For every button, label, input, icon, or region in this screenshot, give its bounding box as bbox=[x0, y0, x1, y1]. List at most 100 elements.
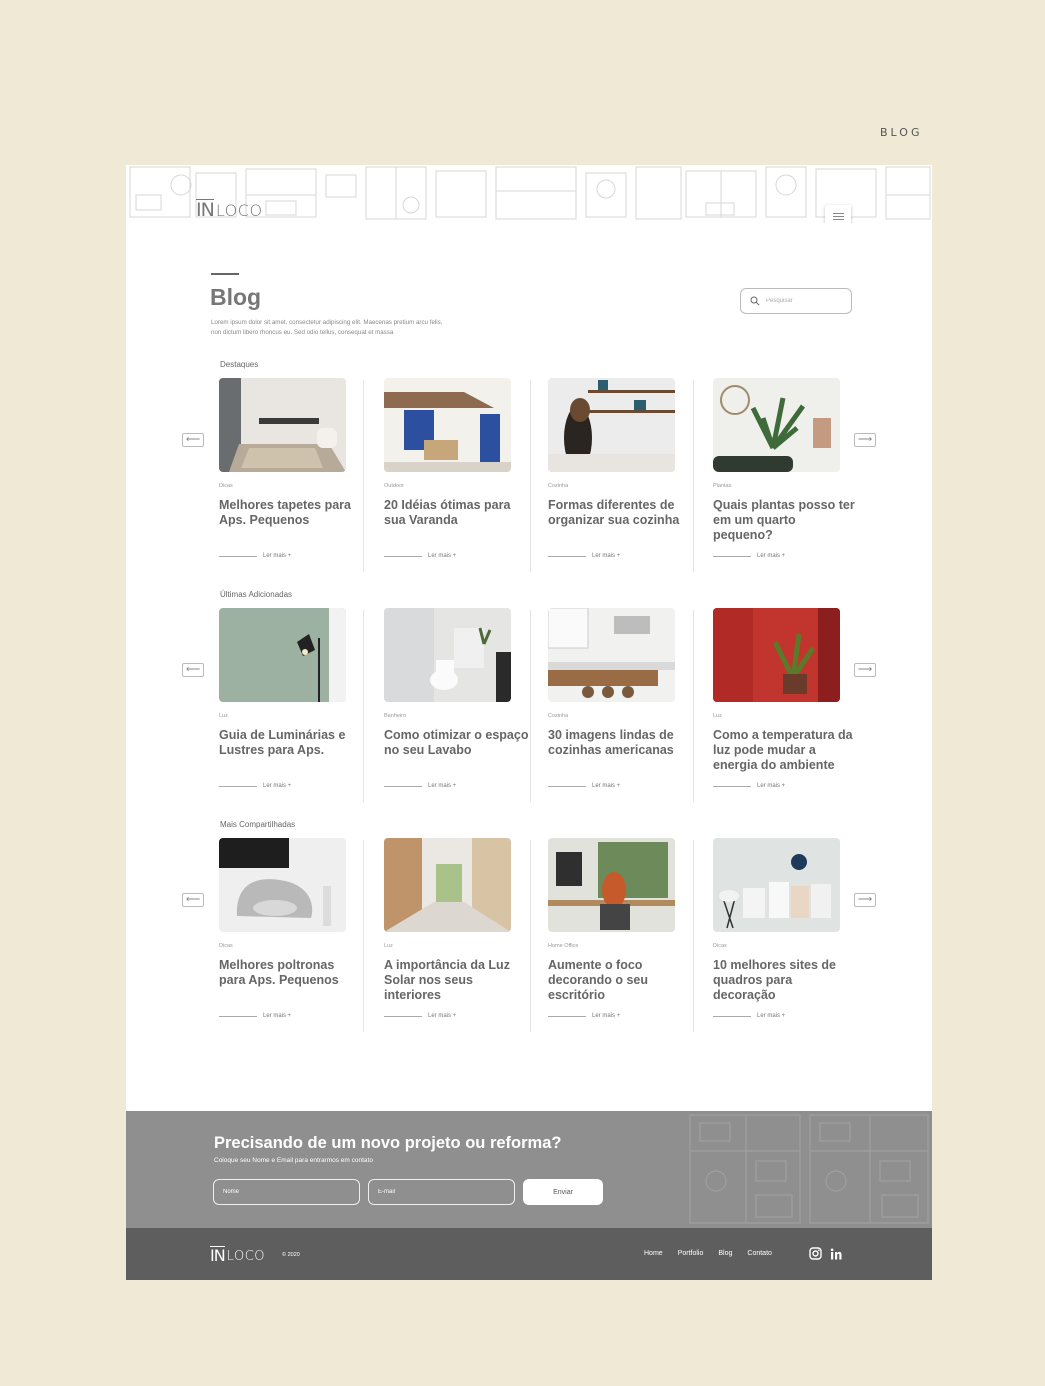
read-more-link[interactable]: Ler mais + bbox=[713, 1013, 785, 1019]
social-links bbox=[809, 1247, 842, 1260]
read-more-link[interactable]: Ler mais + bbox=[548, 1013, 620, 1019]
linkedin-icon[interactable] bbox=[830, 1248, 842, 1260]
prev-arrow-icon[interactable]: ⟵ bbox=[182, 433, 204, 447]
card-title[interactable]: Melhores tapetes para Aps. Pequenos bbox=[219, 498, 364, 528]
card-title[interactable]: Formas diferentes de organizar sua cozin… bbox=[548, 498, 693, 528]
blog-card[interactable]: Cozinha 30 imagens lindas de cozinhas am… bbox=[548, 608, 708, 813]
read-more-label: Ler mais + bbox=[757, 783, 786, 789]
card-image bbox=[713, 608, 840, 702]
page-description: Lorem ipsum dolor sit amet, consectetur … bbox=[211, 319, 443, 336]
logo-mark: IN bbox=[210, 1246, 226, 1265]
footer-link-contato[interactable]: Contato bbox=[747, 1250, 772, 1257]
card-title[interactable]: Como otimizar o espaço no seu Lavabo bbox=[384, 728, 529, 758]
footer-logo[interactable]: IN LOCO bbox=[210, 1246, 265, 1265]
card-image bbox=[548, 378, 675, 472]
blog-card[interactable]: Plantas Quais plantas posso ter em um qu… bbox=[713, 378, 873, 583]
section-title: Últimas Adicionadas bbox=[220, 590, 293, 599]
read-more-link[interactable]: Ler mais + bbox=[548, 553, 620, 559]
blog-card[interactable]: Home Office Aumente o foco decorando o s… bbox=[548, 838, 708, 1043]
read-more-link[interactable]: Ler mais + bbox=[384, 1013, 456, 1019]
card-title[interactable]: 20 Idéias ótimas para sua Varanda bbox=[384, 498, 529, 528]
read-more-label: Ler mais + bbox=[263, 783, 292, 789]
read-more-label: Ler mais + bbox=[428, 1013, 457, 1019]
copyright: © 2020 bbox=[282, 1252, 300, 1258]
read-more-link[interactable]: Ler mais + bbox=[548, 783, 620, 789]
instagram-icon[interactable] bbox=[809, 1247, 822, 1260]
footer-link-blog[interactable]: Blog bbox=[718, 1250, 732, 1257]
read-more-link[interactable]: Ler mais + bbox=[384, 783, 456, 789]
email-field[interactable] bbox=[368, 1179, 515, 1205]
read-more-line bbox=[219, 555, 257, 557]
card-title[interactable]: Guia de Luminárias e Lustres para Aps. bbox=[219, 728, 364, 758]
card-title[interactable]: Melhores poltronas para Aps. Pequenos bbox=[219, 958, 364, 988]
footer-nav: Home Portfolio Blog Contato bbox=[644, 1250, 772, 1257]
card-image bbox=[384, 838, 511, 932]
card-category: Banheiro bbox=[384, 713, 407, 719]
search-icon bbox=[750, 296, 760, 306]
read-more-line bbox=[384, 785, 422, 787]
blog-card[interactable]: Luz A importância da Luz Solar nos seus … bbox=[384, 838, 544, 1043]
prev-arrow-icon[interactable]: ⟵ bbox=[182, 893, 204, 907]
card-category: Dicas bbox=[713, 943, 727, 949]
cta-subtitle: Coloque seu Nome e Email para entrarmos … bbox=[214, 1157, 373, 1164]
read-more-line bbox=[548, 785, 586, 787]
card-category: Cozinha bbox=[548, 483, 569, 489]
card-category: Luz bbox=[713, 713, 722, 719]
page-label: BLOG bbox=[880, 126, 923, 139]
send-button[interactable]: Enviar bbox=[523, 1179, 603, 1205]
section-title: Mais Compartilhadas bbox=[220, 820, 296, 829]
read-more-label: Ler mais + bbox=[757, 553, 786, 559]
read-more-link[interactable]: Ler mais + bbox=[713, 553, 785, 559]
blog-card[interactable]: Luz Guia de Luminárias e Lustres para Ap… bbox=[219, 608, 379, 813]
card-category: Cozinha bbox=[548, 713, 569, 719]
name-field[interactable] bbox=[213, 1179, 360, 1205]
blog-card[interactable]: Outdoor 20 Idéias ótimas para sua Varand… bbox=[384, 378, 544, 583]
read-more-label: Ler mais + bbox=[757, 1013, 786, 1019]
read-more-line bbox=[548, 555, 586, 557]
read-more-label: Ler mais + bbox=[263, 553, 292, 559]
read-more-link[interactable]: Ler mais + bbox=[713, 783, 785, 789]
read-more-label: Ler mais + bbox=[592, 553, 621, 559]
site-header: IN LOCO bbox=[126, 165, 932, 223]
search-input[interactable] bbox=[766, 298, 836, 304]
hamburger-menu-icon[interactable] bbox=[825, 205, 851, 223]
blog-card[interactable]: Dicas Melhores tapetes para Aps. Pequeno… bbox=[219, 378, 379, 583]
site-logo[interactable]: IN LOCO bbox=[196, 199, 263, 220]
card-title[interactable]: Quais plantas posso ter em um quarto peq… bbox=[713, 498, 858, 543]
card-title[interactable]: Aumente o foco decorando o seu escritóri… bbox=[548, 958, 693, 1003]
read-more-line bbox=[548, 1015, 586, 1017]
read-more-link[interactable]: Ler mais + bbox=[219, 553, 291, 559]
card-title[interactable]: Como a temperatura da luz pode mudar a e… bbox=[713, 728, 858, 773]
read-more-link[interactable]: Ler mais + bbox=[219, 783, 291, 789]
title-rule bbox=[211, 273, 239, 275]
section-ultimas-adicionadas: Últimas Adicionadas ⟵ ⟶ Luz Guia de Lumi… bbox=[126, 590, 932, 820]
footer-link-home[interactable]: Home bbox=[644, 1250, 663, 1257]
read-more-line bbox=[713, 785, 751, 787]
footer-link-portfolio[interactable]: Portfolio bbox=[678, 1250, 704, 1257]
blog-card[interactable]: Luz Como a temperatura da luz pode mudar… bbox=[713, 608, 873, 813]
card-image bbox=[384, 378, 511, 472]
card-title[interactable]: 30 imagens lindas de cozinhas americanas bbox=[548, 728, 693, 758]
card-category: Luz bbox=[219, 713, 228, 719]
read-more-link[interactable]: Ler mais + bbox=[384, 553, 456, 559]
blog-card[interactable]: Cozinha Formas diferentes de organizar s… bbox=[548, 378, 708, 583]
contact-cta: Precisando de um novo projeto ou reforma… bbox=[126, 1111, 932, 1228]
read-more-link[interactable]: Ler mais + bbox=[219, 1013, 291, 1019]
cta-title: Precisando de um novo projeto ou reforma… bbox=[214, 1134, 562, 1152]
card-image bbox=[548, 838, 675, 932]
card-title[interactable]: A importância da Luz Solar nos seus inte… bbox=[384, 958, 529, 1003]
card-category: Outdoor bbox=[384, 483, 404, 489]
site-footer: IN LOCO © 2020 Home Portfolio Blog Conta… bbox=[126, 1228, 932, 1280]
search-box[interactable] bbox=[740, 288, 852, 314]
card-title[interactable]: 10 melhores sites de quadros para decora… bbox=[713, 958, 858, 1003]
card-image bbox=[219, 838, 346, 932]
prev-arrow-icon[interactable]: ⟵ bbox=[182, 663, 204, 677]
blog-card[interactable]: Dicas 10 melhores sites de quadros para … bbox=[713, 838, 873, 1043]
blog-card[interactable]: Banheiro Como otimizar o espaço no seu L… bbox=[384, 608, 544, 813]
read-more-line bbox=[384, 555, 422, 557]
read-more-label: Ler mais + bbox=[263, 1013, 292, 1019]
card-category: Dicas bbox=[219, 943, 233, 949]
read-more-line bbox=[713, 555, 751, 557]
card-category: Home Office bbox=[548, 943, 579, 949]
blog-card[interactable]: Dicas Melhores poltronas para Aps. Peque… bbox=[219, 838, 379, 1043]
